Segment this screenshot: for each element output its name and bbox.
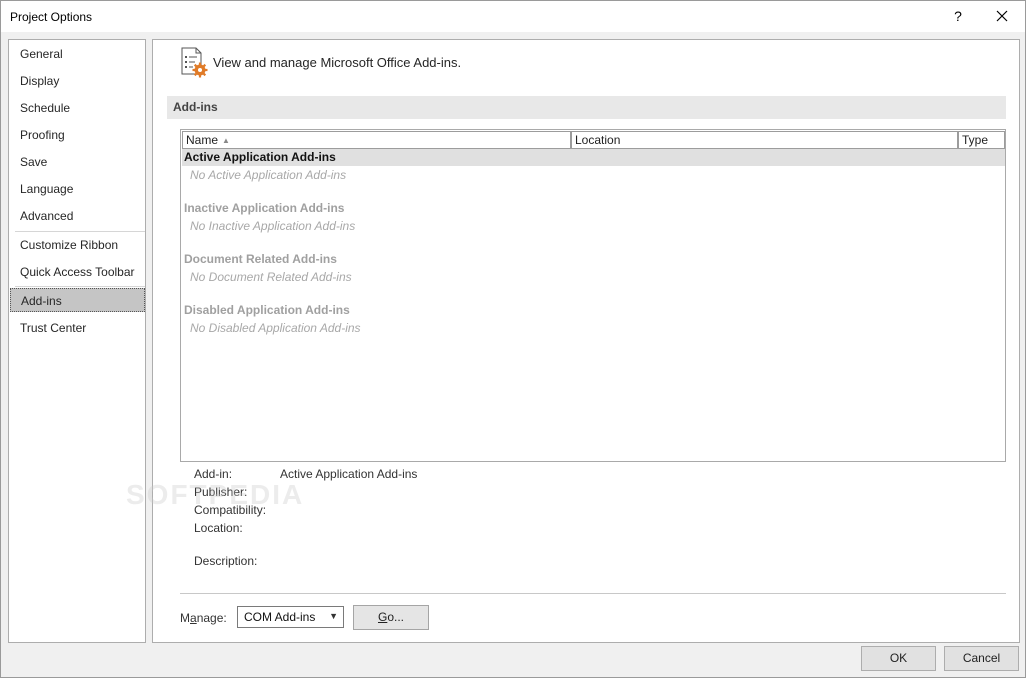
go-button[interactable]: Go...: [353, 605, 429, 630]
group-header-disabled: Disabled Application Add-ins: [184, 303, 350, 317]
group-header-active: Active Application Add-ins: [182, 149, 1005, 166]
close-icon: [996, 10, 1008, 22]
group-header-inactive: Inactive Application Add-ins: [184, 201, 345, 215]
sidebar-item-display[interactable]: Display: [9, 69, 145, 93]
detail-publisher-label: Publisher:: [194, 485, 248, 499]
detail-addin-label: Add-in:: [194, 467, 233, 481]
sidebar-item-trust-center[interactable]: Trust Center: [9, 316, 145, 340]
sidebar-item-customize-ribbon[interactable]: Customize Ribbon: [9, 233, 145, 257]
detail-description-label: Description:: [194, 554, 258, 568]
cancel-button[interactable]: Cancel: [944, 646, 1019, 671]
group-empty-document-related: No Document Related Add-ins: [190, 270, 352, 284]
detail-location-label: Location:: [194, 521, 243, 535]
sidebar-item-general[interactable]: General: [9, 42, 145, 66]
manage-dropdown-value: COM Add-ins: [244, 610, 316, 624]
add-in-details: Add-in: Active Application Add-ins Publi…: [194, 466, 794, 576]
sidebar-item-proofing[interactable]: Proofing: [9, 123, 145, 147]
project-options-dialog: Project Options ? General Display Schedu…: [0, 0, 1026, 678]
column-header-name[interactable]: Name ▲: [182, 131, 571, 149]
add-ins-gear-icon: [181, 47, 208, 78]
group-empty-disabled: No Disabled Application Add-ins: [190, 321, 361, 335]
detail-compatibility-label: Compatibility:: [194, 503, 267, 517]
add-ins-list[interactable]: Name ▲ Location Type Active Application A…: [180, 129, 1006, 462]
column-header-location[interactable]: Location: [571, 131, 958, 149]
sidebar-item-save[interactable]: Save: [9, 150, 145, 174]
sort-ascending-icon: ▲: [222, 136, 230, 145]
manage-label: Manage:: [180, 611, 227, 625]
section-title: Add-ins: [173, 100, 218, 114]
window-title: Project Options: [10, 10, 93, 24]
column-header-name-label: Name: [186, 133, 219, 147]
sidebar-item-advanced[interactable]: Advanced: [9, 204, 145, 228]
group-header-document-related: Document Related Add-ins: [184, 252, 337, 266]
group-empty-active: No Active Application Add-ins: [190, 168, 347, 182]
close-button[interactable]: [988, 3, 1016, 29]
group-empty-inactive: No Inactive Application Add-ins: [190, 219, 356, 233]
sidebar-divider: [15, 231, 145, 232]
detail-addin-value: Active Application Add-ins: [280, 467, 418, 481]
manage-dropdown[interactable]: COM Add-ins ▼: [237, 606, 344, 628]
bottom-divider: [180, 593, 1006, 594]
column-header-type[interactable]: Type: [958, 131, 1005, 149]
add-ins-panel: View and manage Microsoft Office Add-ins…: [152, 39, 1020, 643]
chevron-down-icon: ▼: [329, 611, 338, 621]
options-sidebar: General Display Schedule Proofing Save L…: [8, 39, 146, 643]
ok-button[interactable]: OK: [861, 646, 936, 671]
sidebar-divider: [15, 286, 145, 287]
section-header: Add-ins: [167, 96, 1006, 119]
sidebar-item-schedule[interactable]: Schedule: [9, 96, 145, 120]
sidebar-item-language[interactable]: Language: [9, 177, 145, 201]
title-bar: Project Options ?: [1, 1, 1025, 32]
panel-header-text: View and manage Microsoft Office Add-ins…: [213, 55, 462, 70]
help-button[interactable]: ?: [944, 3, 972, 29]
sidebar-item-add-ins[interactable]: Add-ins: [10, 288, 145, 312]
sidebar-item-quick-access-toolbar[interactable]: Quick Access Toolbar: [9, 260, 145, 284]
